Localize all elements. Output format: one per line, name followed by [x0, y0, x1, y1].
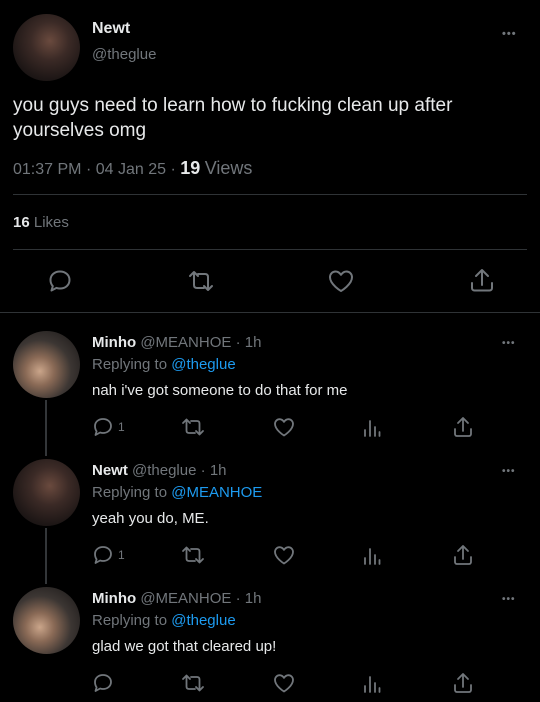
likes-stat[interactable]: 16 Likes [13, 214, 69, 231]
reply-author-name[interactable]: Newt [92, 462, 128, 479]
replying-to-handle[interactable]: @theglue [171, 356, 235, 373]
reply-icon[interactable] [92, 544, 114, 566]
tweet-time: 01:37 PM [13, 161, 82, 178]
more-icon[interactable]: ••• [502, 466, 516, 477]
author-name[interactable]: Newt [92, 20, 130, 38]
divider [0, 312, 540, 313]
reply-icon[interactable] [47, 268, 73, 294]
reply-action-bar [92, 672, 522, 694]
replying-to: Replying to @theglue [92, 356, 236, 373]
meta-separator: · [200, 462, 206, 479]
reply-count: 1 [118, 548, 125, 562]
reply-count: 1 [118, 420, 125, 434]
reply-age: 1h [244, 334, 262, 351]
reply-avatar[interactable] [13, 331, 80, 398]
views-count: 19 [180, 158, 201, 178]
reply-author-handle[interactable]: @MEANHOE [140, 590, 231, 607]
replying-to-prefix: Replying to [92, 612, 168, 629]
reply-text: glad we got that cleared up! [92, 638, 277, 655]
heart-icon[interactable] [272, 544, 296, 566]
replying-to-prefix: Replying to [92, 356, 168, 373]
reply-age: 1h [244, 590, 262, 607]
share-icon[interactable] [452, 671, 474, 695]
tweet-text: you guys need to learn how to fucking cl… [13, 95, 453, 141]
divider [13, 249, 527, 250]
reply-author-name[interactable]: Minho [92, 334, 136, 351]
replying-to-handle[interactable]: @theglue [171, 612, 235, 629]
divider [13, 194, 527, 195]
reply-header: Minho @MEANHOE · 1h [92, 590, 261, 607]
meta-separator: · [170, 161, 176, 178]
reply-header: Minho @MEANHOE · 1h [92, 334, 261, 351]
likes-count: 16 [13, 214, 30, 231]
heart-icon[interactable] [327, 268, 355, 294]
reply-action-bar: 1 [92, 416, 522, 438]
more-icon[interactable]: ••• [502, 594, 516, 605]
meta-separator: · [235, 334, 241, 351]
likes-label: Likes [33, 214, 69, 231]
heart-icon[interactable] [272, 416, 296, 438]
share-icon[interactable] [452, 415, 474, 439]
retweet-icon[interactable] [180, 416, 206, 438]
reply-text: yeah you do, ME. [92, 510, 209, 527]
tweet-meta: 01:37 PM · 04 Jan 25 · 19 Views [13, 158, 252, 179]
reply-author-handle[interactable]: @MEANHOE [140, 334, 231, 351]
reply-icon[interactable] [92, 672, 114, 694]
reply-avatar[interactable] [13, 587, 80, 654]
replying-to-prefix: Replying to [92, 484, 168, 501]
retweet-icon[interactable] [186, 268, 216, 294]
thread-line [45, 400, 47, 456]
meta-separator: · [85, 161, 92, 178]
retweet-icon[interactable] [180, 672, 206, 694]
replying-to: Replying to @MEANHOE [92, 484, 262, 501]
share-icon[interactable] [452, 543, 474, 567]
views-icon[interactable] [362, 672, 382, 694]
meta-separator: · [235, 590, 241, 607]
views-icon[interactable] [362, 544, 382, 566]
replying-to: Replying to @theglue [92, 612, 236, 629]
reply-icon[interactable] [92, 416, 114, 438]
tweet-date: 04 Jan 25 [95, 161, 166, 178]
reply-author-name[interactable]: Minho [92, 590, 136, 607]
reply-header: Newt @theglue · 1h [92, 462, 227, 479]
views-icon[interactable] [362, 416, 382, 438]
retweet-icon[interactable] [180, 544, 206, 566]
replying-to-handle[interactable]: @MEANHOE [171, 484, 262, 501]
reply-author-handle[interactable]: @theglue [132, 462, 196, 479]
reply-text: nah i've got someone to do that for me [92, 382, 348, 399]
more-icon[interactable]: ••• [502, 28, 517, 40]
share-icon[interactable] [468, 266, 496, 294]
thread-line [45, 528, 47, 584]
author-avatar[interactable] [13, 14, 80, 81]
heart-icon[interactable] [272, 672, 296, 694]
reply-age: 1h [209, 462, 227, 479]
author-handle[interactable]: @theglue [92, 46, 156, 63]
reply-avatar[interactable] [13, 459, 80, 526]
more-icon[interactable]: ••• [502, 338, 516, 349]
reply-action-bar: 1 [92, 544, 522, 566]
views-label: Views [204, 158, 253, 178]
